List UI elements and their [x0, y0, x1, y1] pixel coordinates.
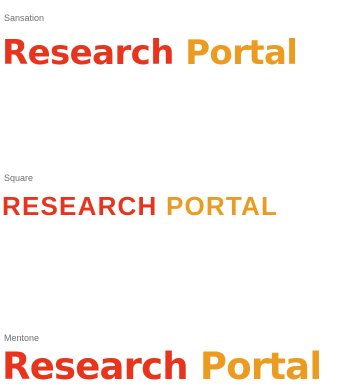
font-name-label: Mentone	[4, 333, 40, 343]
font-sample-mentone: Mentone Research Portal	[0, 320, 353, 387]
font-name-label: Sansation	[4, 13, 45, 23]
logo-word-research: Research	[2, 33, 174, 73]
logo-text: RESEARCH PORTAL	[2, 193, 278, 219]
logo-text: Research Portal	[2, 345, 322, 388]
logo-word-research: Research	[2, 345, 189, 388]
logo-word-portal: PORTAL	[165, 191, 279, 221]
font-sample-square: Square RESEARCH PORTAL	[0, 160, 353, 240]
logo-word-portal: Portal	[185, 33, 298, 73]
font-sample-sansation: Sansation Research Portal	[0, 0, 353, 100]
font-name-label: Square	[4, 173, 34, 183]
logo-word-portal: Portal	[199, 345, 322, 388]
logo-text: Research Portal	[2, 33, 298, 73]
logo-word-research: RESEARCH	[2, 191, 158, 221]
